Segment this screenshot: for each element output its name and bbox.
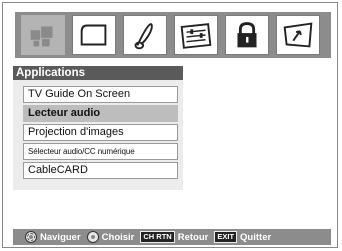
tab-applications[interactable]: [21, 15, 65, 55]
ch-rtn-key-icon: CH RTN: [140, 231, 175, 243]
exit-key-icon: EXIT: [214, 231, 238, 243]
choose-hint: Choisir: [101, 231, 135, 243]
setup-arrow-icon: [283, 22, 313, 48]
tab-settings[interactable]: [174, 15, 218, 55]
picture-icon: [80, 24, 107, 46]
menu-title: Applications: [13, 66, 183, 80]
tab-picture[interactable]: [72, 15, 116, 55]
tab-lock[interactable]: [225, 15, 269, 55]
return-hint: Retour: [177, 231, 209, 243]
exit-hint: Quitter: [240, 231, 272, 243]
tv-menu-screen: Applications TV Guide On Screen Lecteur …: [2, 2, 338, 248]
menu-item-tv-guide[interactable]: TV Guide On Screen: [23, 86, 178, 103]
dpad-navigate-icon: [25, 231, 37, 243]
menu-item-cablecard[interactable]: CableCARD: [23, 162, 178, 179]
menu-item-slideshow[interactable]: Projection d'images: [23, 124, 178, 141]
tab-setup[interactable]: [276, 15, 320, 55]
menu-item-audio-player[interactable]: Lecteur audio: [23, 105, 178, 122]
select-button-icon: [86, 231, 99, 243]
menu-item-audio-cc-selector[interactable]: Sélecteur audio/CC numérique: [23, 143, 178, 160]
navigate-hint: Naviguer: [40, 231, 81, 243]
lock-icon: [237, 22, 257, 48]
applications-icon: [30, 26, 53, 47]
menu-list: TV Guide On Screen Lecteur audio Project…: [13, 86, 183, 179]
settings-sliders-icon: [180, 23, 212, 49]
menu-icon-bar: [15, 12, 331, 58]
button-hint-bar: Naviguer Choisir CH RTN Retour EXIT Quit…: [13, 229, 331, 245]
applications-menu: Applications TV Guide On Screen Lecteur …: [13, 66, 183, 190]
tab-audio[interactable]: [123, 15, 167, 55]
music-note-icon: [134, 23, 153, 50]
